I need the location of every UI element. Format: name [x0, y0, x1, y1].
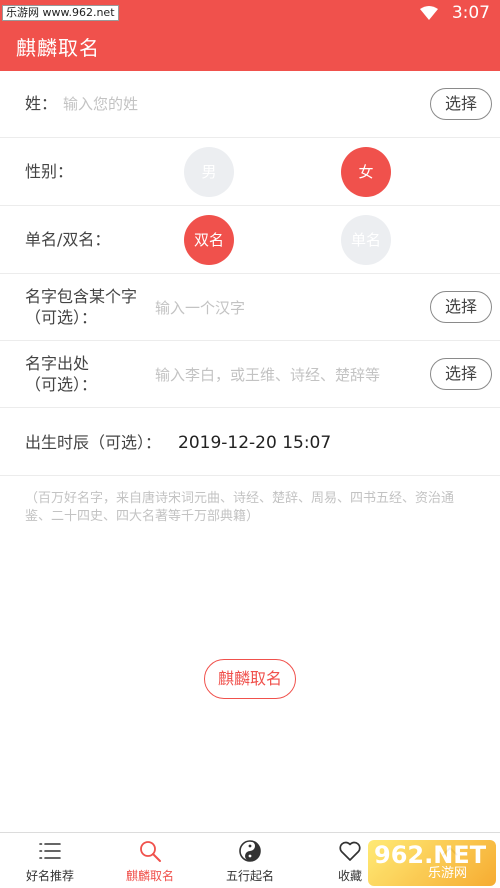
contains-char-select-button[interactable]: 选择: [430, 291, 492, 323]
watermark-text: 乐游网 www.962.net: [2, 5, 119, 21]
contains-char-row: 名字包含某个字 （可选）： 输入一个汉字 选择: [0, 274, 500, 341]
page-title: 麒麟取名: [16, 36, 100, 60]
contains-char-label: 名字包含某个字: [25, 287, 138, 306]
birth-time-value[interactable]: 2019-12-20 15:07: [178, 432, 331, 454]
source-input[interactable]: 输入李白，或王维、诗经、楚辞等: [155, 364, 380, 386]
nav-item-recommend[interactable]: 好名推荐: [0, 833, 100, 888]
gender-female-option[interactable]: 女: [341, 147, 391, 197]
watermark-logo-text: 962.NET: [374, 841, 487, 869]
source-row: 名字出处 （可选）： 输入李白，或王维、诗经、楚辞等 选择: [0, 341, 500, 408]
app-bar: 麒麟取名: [0, 26, 500, 71]
source-label: 名字出处: [25, 354, 90, 373]
status-time: 3:07: [451, 3, 490, 23]
contains-char-input[interactable]: 输入一个汉字: [155, 297, 245, 319]
nav-label-wuxing: 五行起名: [225, 869, 274, 883]
nav-item-wuxing[interactable]: 五行起名: [200, 833, 300, 888]
surname-label: 姓：: [25, 94, 58, 113]
yin-yang-icon: [239, 840, 261, 862]
contains-char-optional-label: （可选）：: [25, 308, 98, 327]
generate-name-button[interactable]: 麒麟取名: [204, 659, 296, 699]
double-name-option[interactable]: 双名: [184, 215, 234, 265]
list-icon: [39, 843, 61, 859]
nav-item-qilin[interactable]: 麒麟取名: [100, 833, 200, 888]
surname-row: 姓： 输入您的姓 选择: [0, 71, 500, 138]
hint-text: （百万好名字，来自唐诗宋词元曲、诗经、楚辞、周易、四书五经、资治通鉴、二十四史、…: [25, 491, 455, 524]
site-watermark-logo: 962.NET 乐游网: [368, 840, 496, 886]
heart-icon: [339, 841, 361, 861]
status-indicators: 3:07: [419, 3, 490, 23]
surname-input[interactable]: 输入您的姓: [63, 93, 138, 115]
nav-label-qilin: 麒麟取名: [125, 869, 174, 883]
source-optional-label: （可选）：: [25, 375, 98, 394]
status-bar: 乐游网 www.962.net 3:07: [0, 0, 500, 26]
birth-row: 出生时辰（可选）： 2019-12-20 15:07: [0, 408, 500, 476]
gender-row: 性别： 男 女: [0, 138, 500, 206]
name-type-row: 单名/双名： 双名 单名: [0, 206, 500, 274]
watermark-logo-subtext: 乐游网: [428, 866, 468, 881]
source-select-button[interactable]: 选择: [430, 358, 492, 390]
search-icon: [140, 841, 161, 862]
surname-select-button[interactable]: 选择: [430, 88, 492, 120]
single-name-option[interactable]: 单名: [341, 215, 391, 265]
birth-label: 出生时辰（可选）：: [25, 433, 162, 452]
name-type-label: 单名/双名：: [25, 230, 111, 249]
gender-male-option[interactable]: 男: [184, 147, 234, 197]
nav-label-recommend: 好名推荐: [25, 869, 74, 883]
wifi-icon: [419, 6, 438, 20]
gender-label: 性别：: [25, 162, 74, 181]
